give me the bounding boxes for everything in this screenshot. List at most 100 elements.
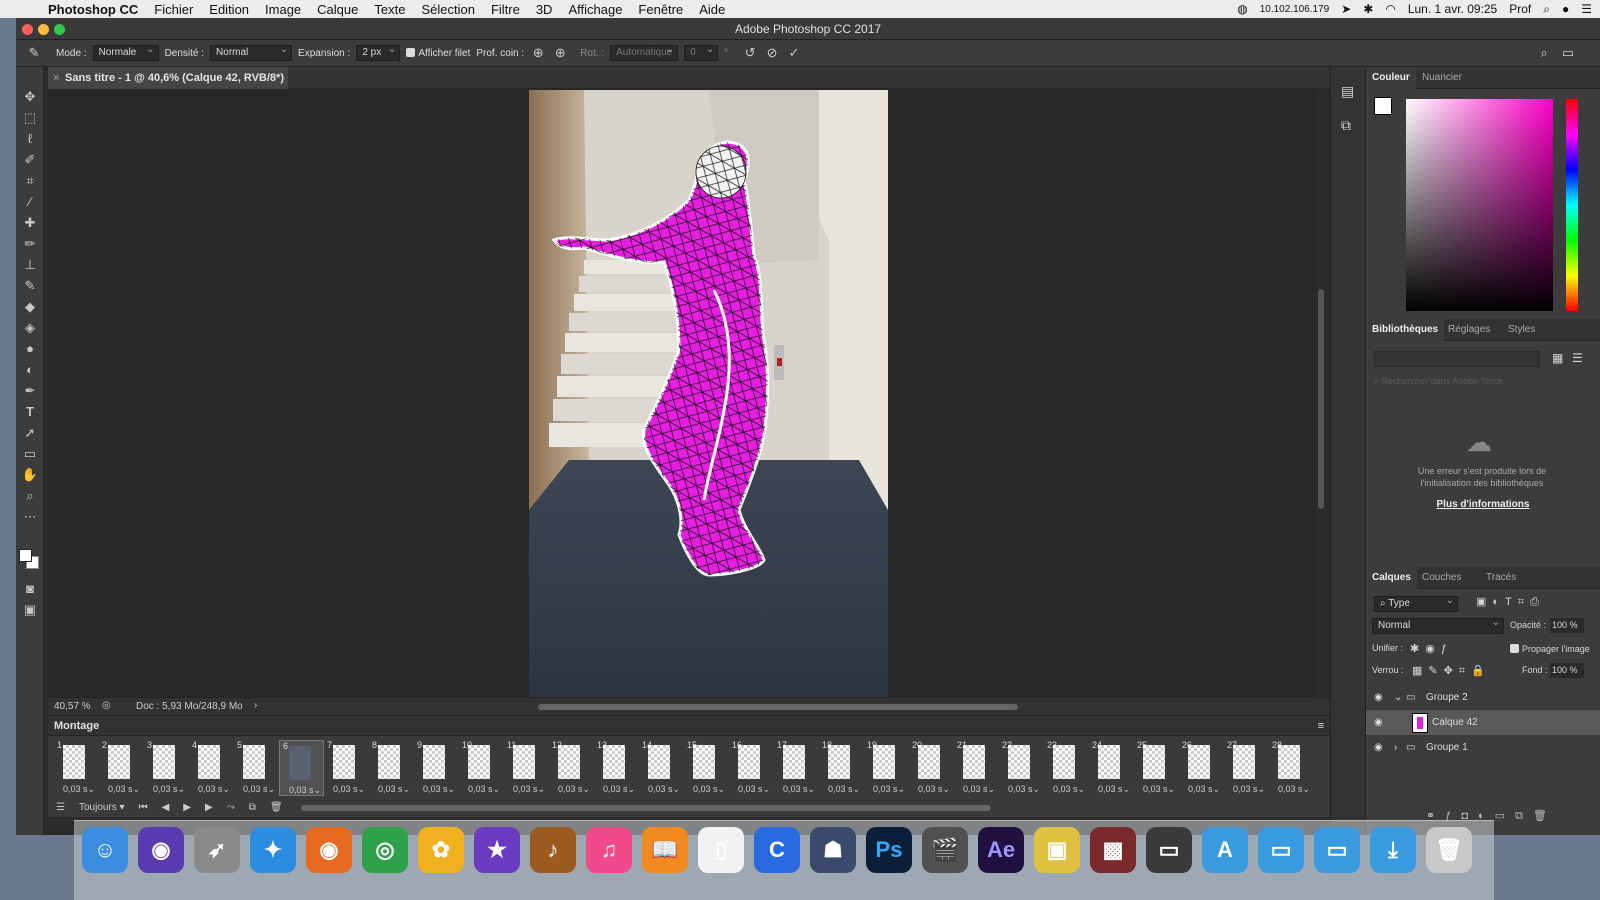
frame-delay[interactable]: 0,03 s⌄ <box>1098 784 1130 795</box>
marquee-tool-icon[interactable]: ⬚ <box>20 109 40 127</box>
frame-delay[interactable]: 0,03 s⌄ <box>63 784 95 795</box>
animation-frame[interactable]: 26 0,03 s⌄ <box>1179 740 1224 796</box>
frame-delay[interactable]: 0,03 s⌄ <box>378 784 410 795</box>
lock-icons[interactable]: ▦✎✥⌗🔒 <box>1412 664 1491 678</box>
frame-delay[interactable]: 0,03 s⌄ <box>738 784 770 795</box>
workspace-icon[interactable]: ▭ <box>1560 45 1576 61</box>
menu-filtre[interactable]: Filtre <box>483 2 528 17</box>
menu-aide[interactable]: Aide <box>691 2 733 17</box>
quick-select-tool-icon[interactable]: ✐ <box>20 151 40 169</box>
frame-delay[interactable]: 0,03 s⌄ <box>333 784 365 795</box>
minimize-window-button[interactable] <box>38 24 49 35</box>
animation-frame[interactable]: 9 0,03 s⌄ <box>414 740 459 796</box>
brush-tool-icon[interactable]: ✏ <box>20 235 40 253</box>
visibility-eye-icon[interactable]: ◉ <box>1374 735 1383 760</box>
animation-frame[interactable]: 2 0,03 s⌄ <box>99 740 144 796</box>
animation-frame[interactable]: 4 0,03 s⌄ <box>189 740 234 796</box>
tab-bibliotheques[interactable]: Bibliothèques <box>1366 319 1445 341</box>
pin-forward-icon[interactable]: ⊕ <box>530 45 546 61</box>
layer-row-calque-42[interactable]: ◉ Calque 42 <box>1366 710 1600 735</box>
delete-frame-icon[interactable]: 🗑 <box>270 802 283 813</box>
dock-launchpad-icon[interactable]: ➶ <box>194 827 240 873</box>
grid-view-icon[interactable]: ▦ <box>1552 351 1563 365</box>
eraser-tool-icon[interactable]: ◆ <box>20 298 40 316</box>
expand-arrow-icon[interactable]: › <box>1394 735 1397 760</box>
menu-image[interactable]: Image <box>257 2 309 17</box>
animation-frame[interactable]: 11 0,03 s⌄ <box>504 740 549 796</box>
clock[interactable]: Lun. 1 avr. 09:25 <box>1408 2 1497 16</box>
next-frame-icon[interactable]: ▶︎ <box>205 802 213 813</box>
color-field[interactable] <box>1406 99 1553 311</box>
animation-frame[interactable]: 25 0,03 s⌄ <box>1134 740 1179 796</box>
zoom-window-button[interactable] <box>54 24 65 35</box>
menu-3d[interactable]: 3D <box>528 2 561 17</box>
dock-siri-icon[interactable]: ◉ <box>138 827 184 873</box>
frame-delay[interactable]: 0,03 s⌄ <box>1233 784 1265 795</box>
dock-itunes-icon[interactable]: ♫ <box>586 827 632 873</box>
animation-frame[interactable]: 23 0,03 s⌄ <box>1044 740 1089 796</box>
dock-ibooks-icon[interactable]: 📖 <box>642 827 688 873</box>
dock-comic-life-icon[interactable]: C <box>754 827 800 873</box>
dock-after-effects-icon[interactable]: Ae <box>978 827 1024 873</box>
vertical-scrollbar[interactable] <box>1318 289 1324 509</box>
frames-scrollbar[interactable] <box>300 804 991 811</box>
screen-mode-icon[interactable]: ▣ <box>20 601 40 619</box>
loop-select[interactable]: Toujours ▾ <box>79 802 125 813</box>
animation-frame[interactable]: 28 0,03 s⌄ <box>1269 740 1314 796</box>
frame-delay[interactable]: 0,03 s⌄ <box>1008 784 1040 795</box>
user-menu[interactable]: Prof <box>1509 2 1531 16</box>
history-panel-icon[interactable]: ⧉ <box>1341 117 1351 134</box>
rotate-angle-input[interactable]: 0 <box>684 43 719 61</box>
frame-delay[interactable]: 0,03 s⌄ <box>423 784 455 795</box>
foreground-color-swatch[interactable] <box>1374 97 1392 115</box>
wifi-icon[interactable]: ◠ <box>1385 2 1395 16</box>
animation-frame[interactable]: 16 0,03 s⌄ <box>729 740 774 796</box>
tab-calques[interactable]: Calques <box>1366 567 1417 589</box>
menu-texte[interactable]: Texte <box>366 2 413 17</box>
menu-affichage[interactable]: Affichage <box>560 2 630 17</box>
dock-documents-icon[interactable]: ▭ <box>1314 827 1360 873</box>
spotlight-icon[interactable]: ⌕ <box>1543 2 1550 17</box>
layer-row-groupe-2[interactable]: ◉ ⌄ ▭ Groupe 2 <box>1366 685 1600 710</box>
opacity-input[interactable]: 100 % <box>1550 618 1584 633</box>
convert-to-timeline-icon[interactable]: ☰ <box>56 802 65 813</box>
dock-corbeille-icon[interactable]: 🗑 <box>1426 827 1472 873</box>
frame-delay[interactable]: 0,03 s⌄ <box>873 784 905 795</box>
quick-mask-icon[interactable]: ◙ <box>20 580 40 598</box>
expand-arrow-icon[interactable]: ⌄ <box>1394 685 1402 710</box>
hand-tool-icon[interactable]: ✋ <box>20 466 40 484</box>
show-mesh-checkbox[interactable]: Afficher filet <box>406 47 470 59</box>
dock-photos-icon[interactable]: ✿ <box>418 827 464 873</box>
healing-brush-tool-icon[interactable]: ✚ <box>20 214 40 232</box>
animation-frame[interactable]: 20 0,03 s⌄ <box>909 740 954 796</box>
path-selection-tool-icon[interactable]: ➚ <box>20 424 40 442</box>
dock-finder-icon[interactable]: ☺ <box>82 827 128 873</box>
mode-select[interactable]: Normale <box>92 43 159 61</box>
more-info-link[interactable]: Plus d'informations <box>1406 499 1560 510</box>
animation-frame[interactable]: 10 0,03 s⌄ <box>459 740 504 796</box>
zoom-tool-icon[interactable]: ⌕ <box>20 487 40 505</box>
animation-frame[interactable]: 19 0,03 s⌄ <box>864 740 909 796</box>
visibility-eye-icon[interactable]: ◉ <box>1374 685 1383 710</box>
pen-tool-icon[interactable]: ✒ <box>20 382 40 400</box>
crop-tool-icon[interactable]: ⌗ <box>20 172 40 190</box>
document-canvas[interactable] <box>529 90 888 698</box>
layer-filter-icons[interactable]: ▣◐T⌗⎙ <box>1476 595 1545 609</box>
stock-search-input[interactable]: ⌕ Rechercher dans Adobe Stock <box>1374 373 1594 389</box>
frame-delay[interactable]: 0,03 s⌄ <box>289 785 321 796</box>
animation-frame[interactable]: 5 0,03 s⌄ <box>234 740 279 796</box>
rectangle-tool-icon[interactable]: ▭ <box>20 445 40 463</box>
dock-firefox-icon[interactable]: ◉ <box>306 827 352 873</box>
more-tools-icon[interactable]: ⋯ <box>20 508 40 526</box>
type-tool-icon[interactable]: T <box>20 403 40 421</box>
timeline-menu-icon[interactable]: ≡ <box>1318 716 1324 736</box>
remove-all-pins-icon[interactable]: ↺ <box>742 45 758 61</box>
dock-final-cut-pro-icon[interactable]: 🎬 <box>922 827 968 873</box>
animation-frame[interactable]: 21 0,03 s⌄ <box>954 740 999 796</box>
dock-photo-booth-icon[interactable]: ▩ <box>1090 827 1136 873</box>
foreground-background-colors[interactable] <box>19 549 41 571</box>
previous-frame-icon[interactable]: ◀︎ <box>162 802 170 813</box>
menu-selection[interactable]: Sélection <box>413 2 482 17</box>
menu-fenetre[interactable]: Fenêtre <box>630 2 691 17</box>
menu-edition[interactable]: Edition <box>201 2 257 17</box>
